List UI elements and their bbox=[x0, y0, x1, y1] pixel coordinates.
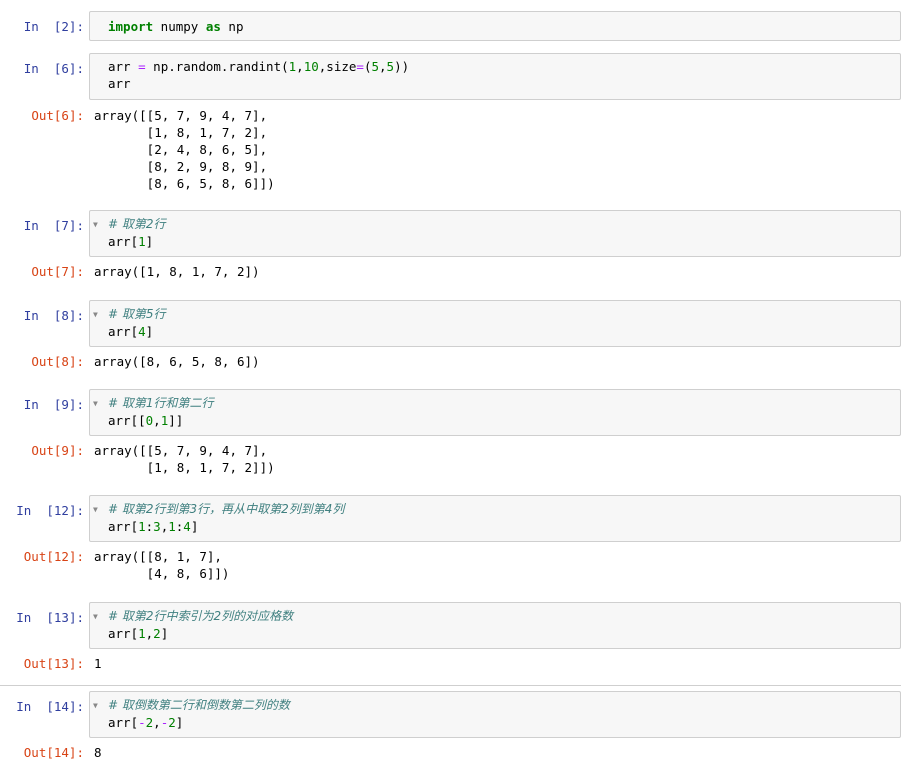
code-token: 4 bbox=[138, 324, 146, 339]
code-input-area[interactable]: ▼ # 取第2行到第3行，再从中取第2列到第4列 arr[1:3,1:4] bbox=[89, 495, 901, 542]
cell-output: array([[5, 7, 9, 4, 7], [1, 8, 1, 7, 2],… bbox=[94, 108, 275, 191]
code-token: ,size bbox=[318, 59, 357, 74]
output-prompt: Out[9]: bbox=[31, 443, 84, 458]
code-token: 1 bbox=[168, 519, 176, 534]
input-prompt: In [9]: bbox=[23, 397, 84, 412]
code-token: = bbox=[356, 59, 364, 74]
output-prompt: Out[14]: bbox=[23, 745, 84, 760]
code-token: np bbox=[220, 19, 244, 34]
input-prompt: In [6]: bbox=[23, 61, 84, 76]
input-prompt: In [14]: bbox=[16, 699, 84, 714]
code-comment: # 取第2行到第3行，再从中取第2列到第4列 bbox=[108, 502, 345, 516]
code-comment: # 取第2行中索引为2列的对应格数 bbox=[108, 609, 294, 623]
code-token: = bbox=[138, 59, 146, 74]
code-editor[interactable]: arr = np.random.randint(1,10,size=(5,5))… bbox=[108, 58, 409, 92]
code-token: )) bbox=[394, 59, 410, 74]
collapse-arrow-icon[interactable]: ▼ bbox=[93, 220, 98, 229]
code-token: 5 bbox=[386, 59, 395, 74]
cell-output: array([[5, 7, 9, 4, 7], [1, 8, 1, 7, 2]]… bbox=[94, 443, 275, 475]
code-token: numpy bbox=[153, 19, 206, 34]
cell-output: 8 bbox=[94, 745, 102, 760]
code-token: - bbox=[138, 715, 146, 730]
code-comment: # 取第5行 bbox=[108, 307, 166, 321]
code-token: 3 bbox=[153, 519, 161, 534]
code-comment: # 取倒数第二行和倒数第二列的数 bbox=[108, 698, 290, 712]
code-token: 1 bbox=[138, 519, 146, 534]
code-editor[interactable]: # 取第2行 arr[1] bbox=[108, 215, 166, 250]
collapse-arrow-icon[interactable]: ▼ bbox=[93, 612, 98, 621]
code-editor[interactable]: # 取第2行中索引为2列的对应格数 arr[1,2] bbox=[108, 607, 293, 642]
output-prompt: Out[13]: bbox=[23, 656, 84, 671]
code-token: 2 bbox=[168, 715, 176, 730]
code-token: ] bbox=[145, 324, 154, 339]
output-prompt: Out[8]: bbox=[31, 354, 84, 369]
code-token: 1 bbox=[138, 626, 146, 641]
code-input-area[interactable]: ▼ # 取第2行中索引为2列的对应格数 arr[1,2] bbox=[89, 602, 901, 649]
code-token: 2 bbox=[153, 626, 161, 641]
code-token: arr bbox=[108, 59, 139, 74]
collapse-arrow-icon[interactable]: ▼ bbox=[93, 505, 98, 514]
code-comment: # 取第2行 bbox=[108, 217, 166, 231]
code-editor[interactable]: # 取第2行到第3行，再从中取第2列到第4列 arr[1:3,1:4] bbox=[108, 500, 344, 535]
code-token: ] bbox=[160, 626, 169, 641]
code-editor[interactable]: # 取倒数第二行和倒数第二列的数 arr[-2,-2] bbox=[108, 696, 290, 731]
selected-cell-border bbox=[0, 685, 901, 686]
code-input-area[interactable]: ▼ # 取第1行和第二行 arr[[0,1]] bbox=[89, 389, 901, 436]
code-token: ] bbox=[145, 234, 154, 249]
code-token: ] bbox=[175, 715, 184, 730]
input-prompt: In [7]: bbox=[23, 218, 84, 233]
cell-output: array([8, 6, 5, 8, 6]) bbox=[94, 354, 260, 369]
code-token: , bbox=[153, 413, 161, 428]
input-prompt: In [13]: bbox=[16, 610, 84, 625]
code-token: ] bbox=[190, 519, 199, 534]
code-token: 10 bbox=[303, 59, 319, 74]
cell-output: array([1, 8, 1, 7, 2]) bbox=[94, 264, 260, 279]
code-token: as bbox=[205, 19, 221, 34]
collapse-arrow-icon[interactable]: ▼ bbox=[93, 701, 98, 710]
collapse-arrow-icon[interactable]: ▼ bbox=[93, 399, 98, 408]
code-input-area[interactable]: import numpy as np bbox=[89, 11, 901, 41]
output-prompt: Out[7]: bbox=[31, 264, 84, 279]
code-input-area[interactable]: ▼ # 取第5行 arr[4] bbox=[89, 300, 901, 347]
code-token: arr[ bbox=[108, 626, 139, 641]
code-token: arr[[ bbox=[108, 413, 146, 428]
code-token: , bbox=[296, 59, 304, 74]
code-input-area[interactable]: arr = np.random.randint(1,10,size=(5,5))… bbox=[89, 53, 901, 100]
output-prompt: Out[6]: bbox=[31, 108, 84, 123]
code-input-area[interactable]: ▼ # 取第2行 arr[1] bbox=[89, 210, 901, 257]
code-token: , bbox=[153, 715, 161, 730]
code-token: arr[ bbox=[108, 519, 139, 534]
input-prompt: In [12]: bbox=[16, 503, 84, 518]
code-token: ]] bbox=[168, 413, 184, 428]
code-token: import bbox=[108, 19, 154, 34]
code-token: 5 bbox=[371, 59, 379, 74]
input-prompt: In [8]: bbox=[23, 308, 84, 323]
code-comment: # 取第1行和第二行 bbox=[108, 396, 214, 410]
cell-output: array([[8, 1, 7], [4, 8, 6]]) bbox=[94, 549, 230, 581]
code-token: arr[ bbox=[108, 715, 139, 730]
code-token: 4 bbox=[183, 519, 191, 534]
code-token: arr bbox=[108, 76, 131, 91]
output-prompt: Out[12]: bbox=[23, 549, 84, 564]
code-token: , bbox=[379, 59, 387, 74]
code-editor[interactable]: # 取第5行 arr[4] bbox=[108, 305, 166, 340]
code-token: arr[ bbox=[108, 324, 139, 339]
input-prompt: In [2]: bbox=[23, 19, 84, 34]
cell-output: 1 bbox=[94, 656, 102, 671]
collapse-arrow-icon[interactable]: ▼ bbox=[93, 310, 98, 319]
code-editor[interactable]: # 取第1行和第二行 arr[[0,1]] bbox=[108, 394, 214, 429]
code-token: 1 bbox=[138, 234, 146, 249]
code-token: np.random.randint( bbox=[145, 59, 289, 74]
code-input-area[interactable]: ▼ # 取倒数第二行和倒数第二列的数 arr[-2,-2] bbox=[89, 691, 901, 738]
code-editor[interactable]: import numpy as np bbox=[108, 18, 243, 35]
code-token: arr[ bbox=[108, 234, 139, 249]
